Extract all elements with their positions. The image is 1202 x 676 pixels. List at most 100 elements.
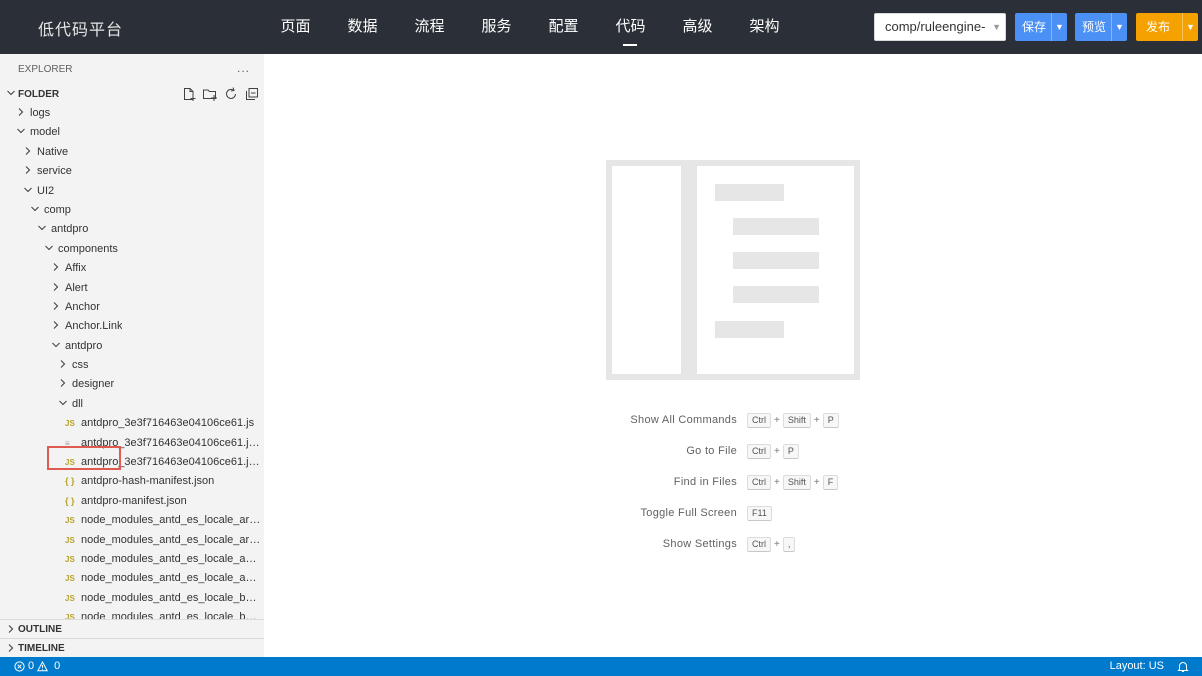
- plus-separator: +: [774, 415, 780, 426]
- keycap: Shift: [782, 413, 811, 428]
- json-file-icon: { }: [65, 495, 75, 506]
- tree-item-label: node_modules_antd_es_locale_az_...: [81, 552, 262, 565]
- refresh-icon[interactable]: [223, 86, 239, 102]
- chevron-down-icon: [17, 129, 25, 134]
- component-select[interactable]: comp/ruleengine- ▼: [874, 13, 1006, 41]
- tree-item-label: antdpro_3e3f716463e04106ce61.js: [81, 417, 255, 430]
- tree-folder-item[interactable]: designer: [0, 375, 264, 394]
- error-icon: [14, 660, 25, 672]
- tree-file-item[interactable]: JS antdpro_3e3f716463e04106ce61.js: [0, 414, 264, 433]
- shortcut-row[interactable]: Show Settings Ctrl +,: [264, 537, 1202, 553]
- tree-folder-item[interactable]: model: [0, 123, 264, 142]
- tree-file-item[interactable]: JS node_modules_antd_es_locale_az_...: [0, 550, 264, 569]
- tree-file-item[interactable]: { } antdpro-manifest.json: [0, 492, 264, 511]
- tree-folder-item[interactable]: comp: [0, 201, 264, 220]
- explorer-sidebar: EXPLORER ... FOLDER logs model Native servi…: [0, 54, 264, 657]
- preview-dropdown-icon[interactable]: ▼: [1111, 13, 1127, 41]
- tree-folder-item[interactable]: dll: [0, 395, 264, 414]
- save-dropdown-icon[interactable]: ▼: [1051, 13, 1067, 41]
- chevron-right-icon: [53, 282, 59, 291]
- tree-file-item[interactable]: JS node_modules_antd_es_locale_ar_...: [0, 511, 264, 530]
- shortcut-row[interactable]: Find in Files Ctrl + Shift + F: [264, 475, 1202, 491]
- tree-item-label: node_modules_antd_es_locale_az_...: [81, 572, 262, 585]
- shortcut-row[interactable]: Show All Commands Ctrl + Shift + P: [264, 413, 1202, 429]
- warning-count: 0: [54, 660, 61, 672]
- tree-file-item[interactable]: JS node_modules_antd_es_locale_bg_...: [0, 589, 264, 608]
- preview-button-label[interactable]: 预览: [1075, 13, 1111, 41]
- tree-item-label: model: [30, 126, 60, 139]
- shortcut-row[interactable]: Toggle Full Screen F11: [264, 506, 1202, 522]
- save-button[interactable]: 保存 ▼: [1015, 13, 1067, 41]
- tree-item-label: UI2: [37, 184, 55, 197]
- chevron-right-icon: [8, 644, 14, 652]
- folder-section-header[interactable]: FOLDER: [0, 86, 264, 104]
- shortcut-name: Show Settings: [662, 538, 737, 550]
- nav-item[interactable]: 配置: [530, 0, 597, 54]
- tree-folder-item[interactable]: UI2: [0, 182, 264, 201]
- problems-indicator[interactable]: 0 0: [14, 660, 60, 672]
- js-file-icon: JS: [65, 516, 75, 526]
- tree-folder-item[interactable]: Anchor.Link: [0, 317, 264, 336]
- tree-item-label: logs: [30, 107, 51, 119]
- publish-dropdown-icon[interactable]: ▼: [1182, 13, 1198, 41]
- plus-separator: +: [813, 415, 820, 426]
- new-file-icon[interactable]: [181, 86, 197, 102]
- tree-file-item[interactable]: JS node_modules_antd_es_locale_az_...: [0, 569, 264, 588]
- tree-folder-item[interactable]: Native: [0, 143, 264, 162]
- timeline-section-header[interactable]: TIMELINE: [0, 638, 264, 657]
- tree-folder-item[interactable]: css: [0, 356, 264, 375]
- nav-item[interactable]: 服务: [463, 0, 530, 54]
- js-file-icon: JS: [65, 535, 75, 545]
- chevron-right-icon: [53, 302, 59, 310]
- tree-file-item[interactable]: { } antdpro-hash-manifest.json: [0, 472, 264, 491]
- tree-folder-item[interactable]: logs: [0, 104, 264, 123]
- tree-file-item[interactable]: JS node_modules_antd_es_locale_ar_...: [0, 531, 264, 550]
- new-folder-icon[interactable]: [202, 86, 218, 102]
- status-bar: 0 0 Layout: US: [0, 657, 1202, 676]
- tree-folder-item[interactable]: antdpro: [0, 337, 264, 356]
- chevron-down-icon: [59, 400, 67, 406]
- nav-item[interactable]: 架构: [731, 0, 798, 54]
- js-file-icon: JS: [65, 419, 75, 429]
- chevron-right-icon: [25, 166, 31, 175]
- folder-label: FOLDER: [18, 89, 60, 100]
- preview-button[interactable]: 预览 ▼: [1075, 13, 1127, 41]
- save-button-label[interactable]: 保存: [1015, 13, 1051, 41]
- notification-bell-icon[interactable]: [1177, 660, 1189, 673]
- tree-file-item[interactable]: JS antdpro_3e3f716463e04106ce61.js...: [0, 453, 264, 472]
- shortcut-row[interactable]: Go to File Ctrl + P: [264, 444, 1202, 460]
- outline-section-header[interactable]: OUTLINE: [0, 619, 264, 638]
- tree-file-item[interactable]: ≡ antdpro_3e3f716463e04106ce61.js...: [0, 434, 264, 453]
- tree-item-label: components: [58, 242, 118, 255]
- js-file-icon: JS: [65, 593, 75, 603]
- publish-button[interactable]: 发布 ▼: [1136, 13, 1198, 41]
- keycap: P: [822, 413, 839, 428]
- nav-item[interactable]: 页面: [262, 0, 329, 54]
- keycap: Ctrl: [747, 537, 771, 552]
- chevron-down-icon: [45, 245, 53, 251]
- tree-item-label: antdpro: [65, 339, 103, 352]
- keycap: ,: [782, 537, 796, 552]
- chevron-right-icon: [60, 379, 66, 388]
- plus-separator: +: [774, 477, 780, 488]
- publish-button-label[interactable]: 发布: [1136, 13, 1182, 41]
- tree-folder-item[interactable]: Alert: [0, 279, 264, 298]
- nav-item[interactable]: 数据: [329, 0, 396, 54]
- nav-item[interactable]: 高级: [664, 0, 731, 54]
- chevron-down-icon: [31, 206, 39, 212]
- keycap: F: [822, 475, 839, 490]
- json-file-icon: { }: [65, 476, 75, 487]
- more-actions-icon[interactable]: ...: [237, 61, 250, 75]
- nav-item[interactable]: 流程: [396, 0, 463, 54]
- collapse-all-icon[interactable]: [244, 86, 260, 102]
- nav-item[interactable]: 代码: [597, 0, 664, 54]
- tree-folder-item[interactable]: Affix: [0, 259, 264, 278]
- tree-item-label: dll: [72, 397, 84, 410]
- tree-folder-item[interactable]: service: [0, 162, 264, 181]
- chevron-down-icon: [52, 342, 60, 347]
- keyboard-layout-status[interactable]: Layout: US: [1110, 660, 1164, 672]
- tree-folder-item[interactable]: components: [0, 240, 264, 259]
- tree-folder-item[interactable]: antdpro: [0, 220, 264, 239]
- tree-folder-item[interactable]: Anchor: [0, 298, 264, 317]
- outline-label: OUTLINE: [18, 624, 62, 635]
